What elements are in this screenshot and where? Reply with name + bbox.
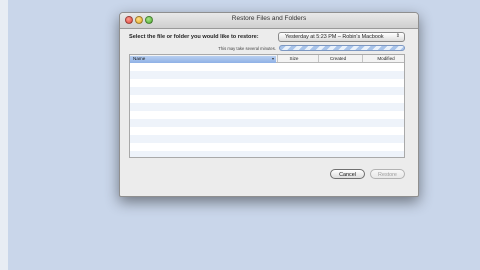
backup-source-value: Yesterday at 5:23 PM – Robin's Macbook (285, 34, 384, 40)
column-header-size[interactable]: Size (278, 56, 310, 61)
loading-hint: This may take several minutes. (218, 46, 276, 51)
backup-source-popup[interactable]: Yesterday at 5:23 PM – Robin's Macbook ⇕ (278, 32, 405, 42)
restore-prompt: Select the file or folder you would like… (129, 34, 259, 40)
desktop-background (0, 0, 8, 270)
table-body[interactable] (130, 63, 404, 157)
column-header-created[interactable]: Created (320, 56, 356, 61)
title-bar[interactable]: Restore Files and Folders (120, 13, 418, 29)
column-header-name[interactable]: Name ▾ (130, 55, 276, 63)
file-browser-table[interactable]: Name ▾ Size Created Modified (129, 54, 405, 158)
sort-arrow-icon: ▾ (271, 55, 274, 61)
empty-row (130, 87, 404, 95)
restore-button[interactable]: Restore (370, 169, 405, 179)
empty-row (130, 143, 404, 151)
restore-dialog: Restore Files and Folders Select the fil… (119, 12, 419, 197)
cancel-button[interactable]: Cancel (330, 169, 365, 179)
empty-row (130, 63, 404, 71)
empty-row (130, 79, 404, 87)
empty-row (130, 111, 404, 119)
empty-row (130, 151, 404, 157)
window-title: Restore Files and Folders (231, 15, 307, 22)
column-divider (318, 55, 319, 62)
updown-arrows-icon: ⇕ (395, 33, 400, 39)
table-header: Name ▾ Size Created Modified (130, 55, 404, 63)
column-header-modified[interactable]: Modified (368, 56, 404, 61)
empty-row (130, 103, 404, 111)
empty-row (130, 71, 404, 79)
column-divider (362, 55, 363, 62)
loading-progress-bar (279, 45, 405, 51)
empty-row (130, 95, 404, 103)
empty-row (130, 119, 404, 127)
empty-row (130, 127, 404, 135)
empty-row (130, 135, 404, 143)
